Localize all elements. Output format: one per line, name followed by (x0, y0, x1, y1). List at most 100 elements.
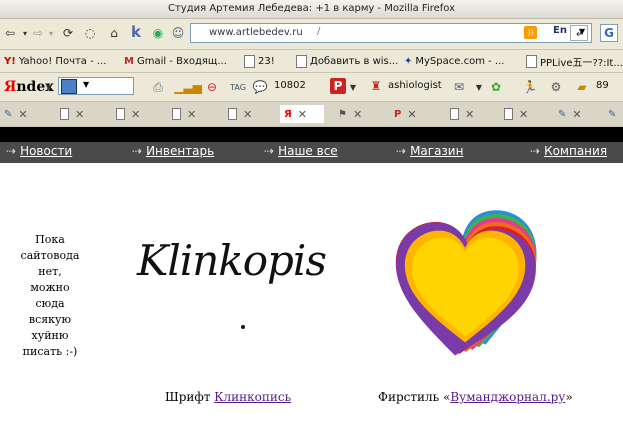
close-icon[interactable]: ✕ (298, 108, 307, 121)
mail-icon[interactable]: ✉ (450, 79, 468, 95)
stop-icon[interactable]: ◌ (82, 25, 98, 41)
close-icon[interactable]: ✕ (407, 108, 416, 121)
yahoo-icon: Y! (4, 55, 16, 67)
user-icon[interactable]: ♜ (368, 78, 384, 94)
close-icon[interactable]: ✕ (18, 108, 27, 121)
rss-icon[interactable]: )) (524, 26, 537, 39)
menu-item-our-all[interactable]: ⇢ Наше все (264, 144, 338, 158)
runner-icon[interactable]: 🏃 (522, 79, 538, 95)
menu-item-company[interactable]: ⇢ Компания (530, 144, 607, 158)
pencil-icon: ✎ (608, 108, 617, 120)
bookmark-gmail[interactable]: M Gmail - Входящ... (124, 53, 227, 69)
bookmark-pplive[interactable]: PPLive五一??:It... (526, 53, 623, 69)
tag-icon[interactable]: TAG (230, 79, 246, 95)
navigation-toolbar: ⇦ ▾ ⇨ ▾ ⟳ ◌ ⌂ k ◉ ☺ www.artlebedev.ru / … (0, 19, 623, 50)
forward-icon[interactable]: ⇨ (30, 25, 46, 41)
page-icon (116, 108, 125, 120)
tab-6[interactable]: Я ✕ (280, 105, 324, 123)
style-link[interactable]: Вуманджорнал.ру (450, 390, 565, 404)
forward-dropdown-icon[interactable]: ▾ (46, 25, 56, 41)
tab-11[interactable]: ✎ ✕ (554, 105, 598, 123)
arrow-icon: ⇢ (132, 144, 143, 158)
tab-1[interactable]: ✎ ✕ (0, 105, 44, 123)
reload-icon[interactable]: ⟳ (60, 25, 76, 41)
close-icon[interactable]: ✕ (187, 108, 196, 121)
logo-dot (241, 325, 245, 329)
bookmark-wishlist[interactable]: Добавить в wis... (296, 53, 398, 69)
menu-item-shop[interactable]: ⇢ Магазин (396, 144, 463, 158)
p-icon[interactable]: P (330, 78, 346, 94)
close-icon[interactable]: ✕ (131, 108, 140, 121)
page-icon (296, 54, 307, 68)
bookmark-yahoo[interactable]: Y! Yahoo! Почта - ... (4, 53, 106, 69)
folder-icon[interactable]: ▰ (574, 79, 590, 95)
tab-5[interactable]: ✕ (224, 105, 268, 123)
p-dropdown-icon[interactable]: ▼ (348, 81, 358, 93)
tab-2[interactable]: ✕ (56, 105, 100, 123)
close-icon[interactable]: ✕ (519, 108, 528, 121)
yandex-menu-dropdown-icon[interactable]: ▼ (44, 81, 54, 93)
bookmark-myspace[interactable]: ✦ MySpace.com - ... (404, 53, 504, 69)
arrow-icon: ⇢ (396, 144, 407, 158)
close-icon[interactable]: ✕ (572, 108, 581, 121)
tab-9[interactable]: ✕ (446, 105, 490, 123)
k-extension-icon[interactable]: k (128, 23, 144, 41)
arrow-icon: ⇢ (264, 144, 275, 158)
home-icon[interactable]: ⌂ (106, 25, 122, 41)
url-text[interactable]: www.artlebedev.ru (209, 27, 303, 38)
extension-icon[interactable]: ◉ (150, 25, 166, 41)
counter-value: 10802 (274, 80, 306, 91)
menu-item-inventory[interactable]: ⇢ Инвентарь (132, 144, 214, 158)
bookmarks-toolbar: Y! Yahoo! Почта - ... M Gmail - Входящ..… (0, 50, 623, 73)
url-path: / (317, 26, 321, 37)
address-bar[interactable]: www.artlebedev.ru / )) En ▼ (190, 23, 592, 43)
myspace-icon: ✦ (404, 55, 413, 67)
page-top-band (0, 127, 623, 142)
back-icon[interactable]: ⇦ (2, 25, 18, 41)
page-icon (228, 108, 237, 120)
pencil-icon: ✎ (4, 108, 13, 120)
tab-3[interactable]: ✕ (112, 105, 156, 123)
close-icon[interactable]: ✕ (75, 108, 84, 121)
bookmark-23[interactable]: 23! (244, 53, 275, 69)
tab-4[interactable]: ✕ (168, 105, 212, 123)
arrow-icon: ⇢ (6, 144, 17, 158)
block-icon[interactable]: ⊖ (204, 79, 220, 95)
speech-bubble-icon[interactable]: 💬 (252, 79, 268, 95)
menu-item-news[interactable]: ⇢ Новости (6, 144, 72, 158)
yandex-toolbar: Яndex ▼ ▼ ⎙ ▁▃▅ ⊖ TAG 💬 10802 P ▼ ♜ ashi… (0, 73, 623, 102)
chat-extension-icon[interactable]: ☺ (170, 25, 186, 41)
go-icon[interactable]: ↲ (570, 25, 588, 41)
mail-count: 89 (596, 80, 609, 91)
search-dropdown-icon[interactable]: ▼ (83, 80, 89, 89)
tab-8[interactable]: P ✕ (390, 105, 434, 123)
klinkopis-logo: Klinkopis (137, 236, 327, 285)
mail-dropdown-icon[interactable]: ▼ (474, 81, 484, 93)
screen-icon (61, 79, 77, 94)
google-search-icon[interactable]: G (600, 24, 618, 42)
close-icon[interactable]: ✕ (243, 108, 252, 121)
close-icon[interactable]: ✕ (465, 108, 474, 121)
page-icon (504, 108, 513, 120)
left-note: Пока сайтовода нет, можно сюда всякую ху… (20, 233, 80, 358)
print-icon[interactable]: ⎙ (150, 79, 166, 95)
gmail-icon: M (124, 55, 134, 67)
tab-7[interactable]: ⚑ ✕ (334, 105, 378, 123)
yandex-icon: Я (284, 108, 292, 120)
arrow-icon: ⇢ (530, 144, 541, 158)
language-indicator[interactable]: En (553, 25, 567, 36)
tab-10[interactable]: ✕ (500, 105, 544, 123)
font-link[interactable]: Клинкопись (214, 390, 291, 404)
gear-icon[interactable]: ⚙ (548, 79, 564, 95)
close-icon[interactable]: ✕ (353, 108, 362, 121)
pencil-icon: ✎ (558, 108, 567, 120)
bird-icon[interactable]: ✿ (488, 79, 504, 95)
username[interactable]: ashiologist (388, 80, 442, 91)
back-dropdown-icon[interactable]: ▾ (20, 25, 30, 41)
tab-12[interactable]: ✎ (604, 105, 623, 123)
yandex-search-input[interactable]: ▼ (58, 77, 134, 95)
window-title: Студия Артемия Лебедева: +1 в карму - Mo… (167, 3, 456, 14)
page-icon (526, 54, 537, 68)
signal-bars-icon[interactable]: ▁▃▅ (174, 79, 202, 95)
style-caption: Фирстиль «Вуманджорнал.ру» (378, 390, 573, 404)
